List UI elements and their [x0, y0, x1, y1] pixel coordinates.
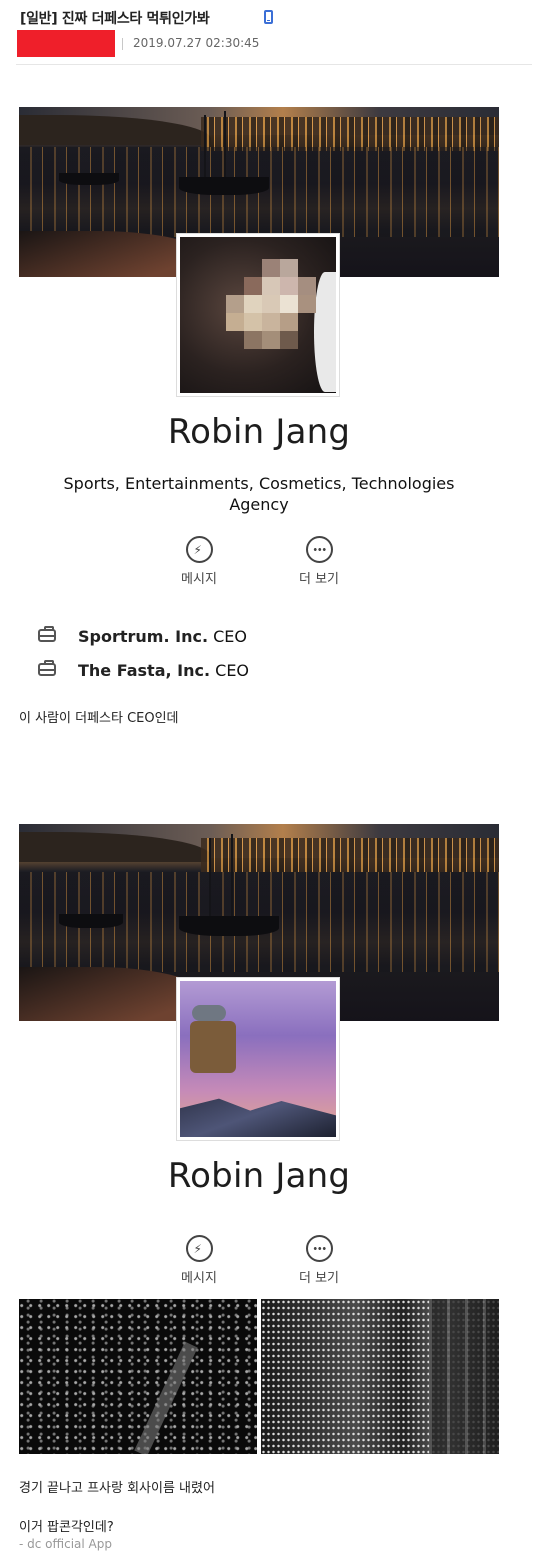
message-label: 메시지 — [181, 1271, 217, 1286]
more-label: 더 보기 — [298, 572, 339, 587]
company-name[interactable]: Sportrum. Inc. — [78, 627, 208, 646]
briefcase-icon — [38, 660, 56, 676]
more-label: 더 보기 — [298, 1271, 339, 1286]
post-body-text: 이 사람이 더페스타 CEO인데 — [19, 711, 179, 726]
profile-name: Robin Jang — [167, 1156, 351, 1196]
briefcase-icon — [38, 626, 56, 642]
more-button[interactable]: 더 보기 — [279, 536, 359, 587]
message-button[interactable]: ⚡ 메시지 — [159, 1235, 239, 1286]
header-divider — [16, 64, 532, 65]
photo-thumbnail[interactable] — [261, 1299, 499, 1454]
messenger-icon: ⚡ — [185, 536, 213, 563]
more-icon — [305, 1235, 333, 1262]
profile-tagline: Sports, Entertainments, Cosmetics, Techn… — [63, 474, 455, 514]
messenger-icon: ⚡ — [185, 1235, 213, 1262]
profile-name: Robin Jang — [167, 412, 351, 452]
photo-thumbnail[interactable] — [19, 1299, 257, 1454]
message-button[interactable]: ⚡ 메시지 — [159, 536, 239, 587]
post-date: 2019.07.27 02:30:45 — [133, 36, 260, 50]
message-label: 메시지 — [181, 572, 217, 587]
post-title: [일반] 진짜 더페스타 먹튀인가봐 — [20, 11, 210, 27]
more-icon — [305, 536, 333, 563]
job-role: CEO — [213, 627, 247, 646]
post-body-text: 이거 팝콘각인데? — [19, 1520, 114, 1535]
profile-picture[interactable] — [177, 978, 339, 1140]
divider — [122, 38, 123, 50]
job-role: CEO — [215, 661, 250, 680]
more-button[interactable]: 더 보기 — [279, 1235, 359, 1286]
company-name[interactable]: The Fasta, Inc. — [78, 661, 210, 680]
profile-picture[interactable] — [177, 234, 339, 396]
app-signature: - dc official App — [19, 1537, 112, 1551]
mobile-icon — [264, 10, 273, 24]
post-body-text: 경기 끝나고 프사랑 회사이름 내렸어 — [19, 1481, 215, 1496]
redacted-author — [17, 30, 115, 57]
